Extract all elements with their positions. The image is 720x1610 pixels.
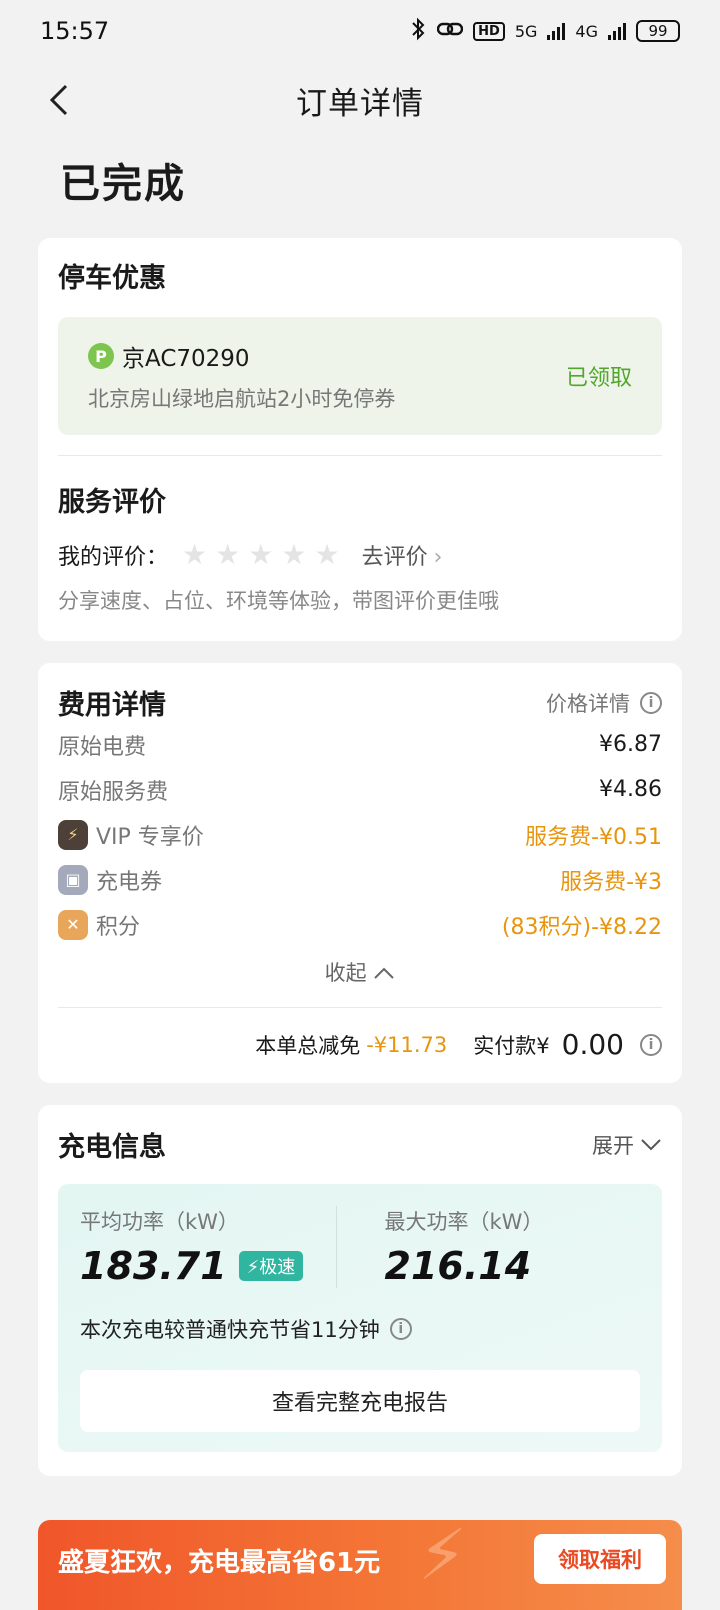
expand-label: 展开 <box>592 1133 634 1158</box>
status-icons: HD 5G 4G 99 <box>409 17 680 45</box>
fee-card: 费用详情 价格详情 i 原始电费 ¥6.87 原始服务费 ¥4.86 ⚡ VIP … <box>38 663 682 1083</box>
max-power-label: 最大功率（kW） <box>384 1210 544 1234</box>
fee-label: 原始服务费 <box>58 779 169 805</box>
star-icon[interactable]: ★ <box>281 541 306 569</box>
page-title: 订单详情 <box>296 85 424 122</box>
go-review-label: 去评价 <box>361 545 428 570</box>
go-review-link[interactable]: 去评价 › <box>362 539 443 571</box>
fee-label: 原始电费 <box>58 734 147 760</box>
info-icon[interactable]: i <box>389 1318 412 1340</box>
rating-row: 我的评价： ★ ★ ★ ★ ★ 去评价 › <box>58 539 662 571</box>
fee-label: VIP 专享价 <box>96 824 204 850</box>
parking-section-title: 停车优惠 <box>58 263 166 294</box>
claim-benefit-button[interactable]: 领取福利 <box>534 1534 666 1584</box>
divider <box>58 455 662 456</box>
fee-row: 原始电费 ¥6.87 <box>58 722 662 767</box>
coupon-description: 北京房山绿地启航站2小时免停券 <box>88 387 396 411</box>
max-power-value: 216.14 <box>384 1244 532 1288</box>
total-discount-label: 本单总减免 <box>255 1033 361 1058</box>
back-button[interactable] <box>40 80 80 120</box>
parking-icon: P <box>88 343 114 369</box>
fee-value: 服务费-¥0.51 <box>525 824 662 850</box>
review-hint: 分享速度、占位、环境等体验，带图评价更佳哦 <box>58 589 499 613</box>
chevron-up-icon <box>374 967 395 979</box>
star-icon[interactable]: ★ <box>215 541 240 569</box>
total-row: 本单总减免 -¥11.73 实付款¥ 0.00 i <box>58 1007 662 1061</box>
review-section-title: 服务评价 <box>58 487 166 518</box>
fee-label: 充电券 <box>96 869 163 895</box>
chevron-down-icon <box>641 1138 661 1150</box>
signal-5g-icon <box>547 22 566 40</box>
status-bar: 15:57 HD 5G 4G 99 <box>0 0 720 62</box>
star-icon[interactable]: ★ <box>314 541 339 569</box>
star-icon[interactable]: ★ <box>248 541 273 569</box>
coupon-status: 已领取 <box>565 366 632 391</box>
avg-power-label: 平均功率（kW） <box>80 1210 239 1234</box>
bluetooth-icon <box>409 17 427 45</box>
parking-review-card: 停车优惠 P 京AC70290 北京房山绿地启航站2小时免停券 已领取 服务评价… <box>38 238 682 641</box>
vip-icon: ⚡ <box>58 819 88 850</box>
charge-section-title: 充电信息 <box>58 1132 166 1163</box>
price-detail-label: 价格详情 <box>546 691 630 716</box>
coupon-icon: ▣ <box>58 864 88 895</box>
fee-label: 积分 <box>96 914 141 940</box>
view-report-button[interactable]: 查看完整充电报告 <box>80 1370 640 1432</box>
fee-value: ¥6.87 <box>599 732 662 757</box>
link-icon <box>436 19 464 43</box>
hd-icon: HD <box>473 21 505 41</box>
price-detail-link[interactable]: 价格详情 i <box>546 688 662 718</box>
collapse-label: 收起 <box>324 961 367 985</box>
fast-badge: ⚡极速 <box>238 1251 304 1281</box>
avg-power-value: 183.71 <box>80 1244 227 1288</box>
net-5g-label: 5G <box>514 21 538 41</box>
fee-row: ✕ 积分 (83积分)-¥8.22 <box>58 902 662 947</box>
time-saved-text: 本次充电较普通快充节省11分钟 <box>80 1318 380 1342</box>
chevron-left-icon <box>49 84 68 116</box>
expand-button[interactable]: 展开 <box>592 1130 662 1160</box>
fee-section-title: 费用详情 <box>58 690 166 721</box>
fast-badge-label: 极速 <box>259 1257 296 1278</box>
total-discount-value: -¥11.73 <box>366 1032 448 1057</box>
lightning-icon: ⚡ <box>246 1257 260 1278</box>
fee-value: (83积分)-¥8.22 <box>501 914 662 940</box>
collapse-button[interactable]: 收起 <box>58 957 662 987</box>
info-icon: i <box>640 691 662 714</box>
license-plate: 京AC70290 <box>122 346 250 372</box>
fee-value: ¥4.86 <box>599 777 662 802</box>
star-icon[interactable]: ★ <box>182 541 207 569</box>
signal-4g-icon <box>608 22 626 40</box>
net-4g-label: 4G <box>575 21 598 41</box>
order-status-title: 已完成 <box>60 161 186 207</box>
fee-value: 服务费-¥3 <box>560 869 662 895</box>
lightning-decoration-icon: ⚡ <box>418 1514 468 1596</box>
battery-icon: 99 <box>636 20 680 42</box>
promo-text: 盛夏狂欢，充电最高省61元 <box>58 1547 381 1578</box>
fee-row: ▣ 充电券 服务费-¥3 <box>58 857 662 902</box>
my-rating-label: 我的评价： <box>58 545 169 570</box>
fee-row: ⚡ VIP 专享价 服务费-¥0.51 <box>58 812 662 857</box>
promo-banner[interactable]: ⚡ 盛夏狂欢，充电最高省61元 领取福利 <box>38 1514 682 1610</box>
paid-label: 实付款¥ <box>473 1033 550 1058</box>
info-icon[interactable]: i <box>640 1033 662 1056</box>
star-rating[interactable]: ★ ★ ★ ★ ★ <box>182 541 340 569</box>
nav-bar: 订单详情 <box>0 62 720 138</box>
status-time: 15:57 <box>40 17 110 45</box>
time-saved-row: 本次充电较普通快充节省11分钟 i <box>80 1314 640 1344</box>
charge-card: 充电信息 展开 平均功率（kW） 183.71 ⚡极速 最大功率（kW） 216… <box>38 1105 682 1476</box>
charge-panel: 平均功率（kW） 183.71 ⚡极速 最大功率（kW） 216.14 本次充电… <box>58 1184 662 1452</box>
points-icon: ✕ <box>58 909 88 940</box>
parking-coupon[interactable]: P 京AC70290 北京房山绿地启航站2小时免停券 已领取 <box>58 317 662 435</box>
fee-row: 原始服务费 ¥4.86 <box>58 767 662 812</box>
chevron-right-icon: › <box>433 545 443 570</box>
paid-amount: 0.00 <box>561 1028 624 1061</box>
